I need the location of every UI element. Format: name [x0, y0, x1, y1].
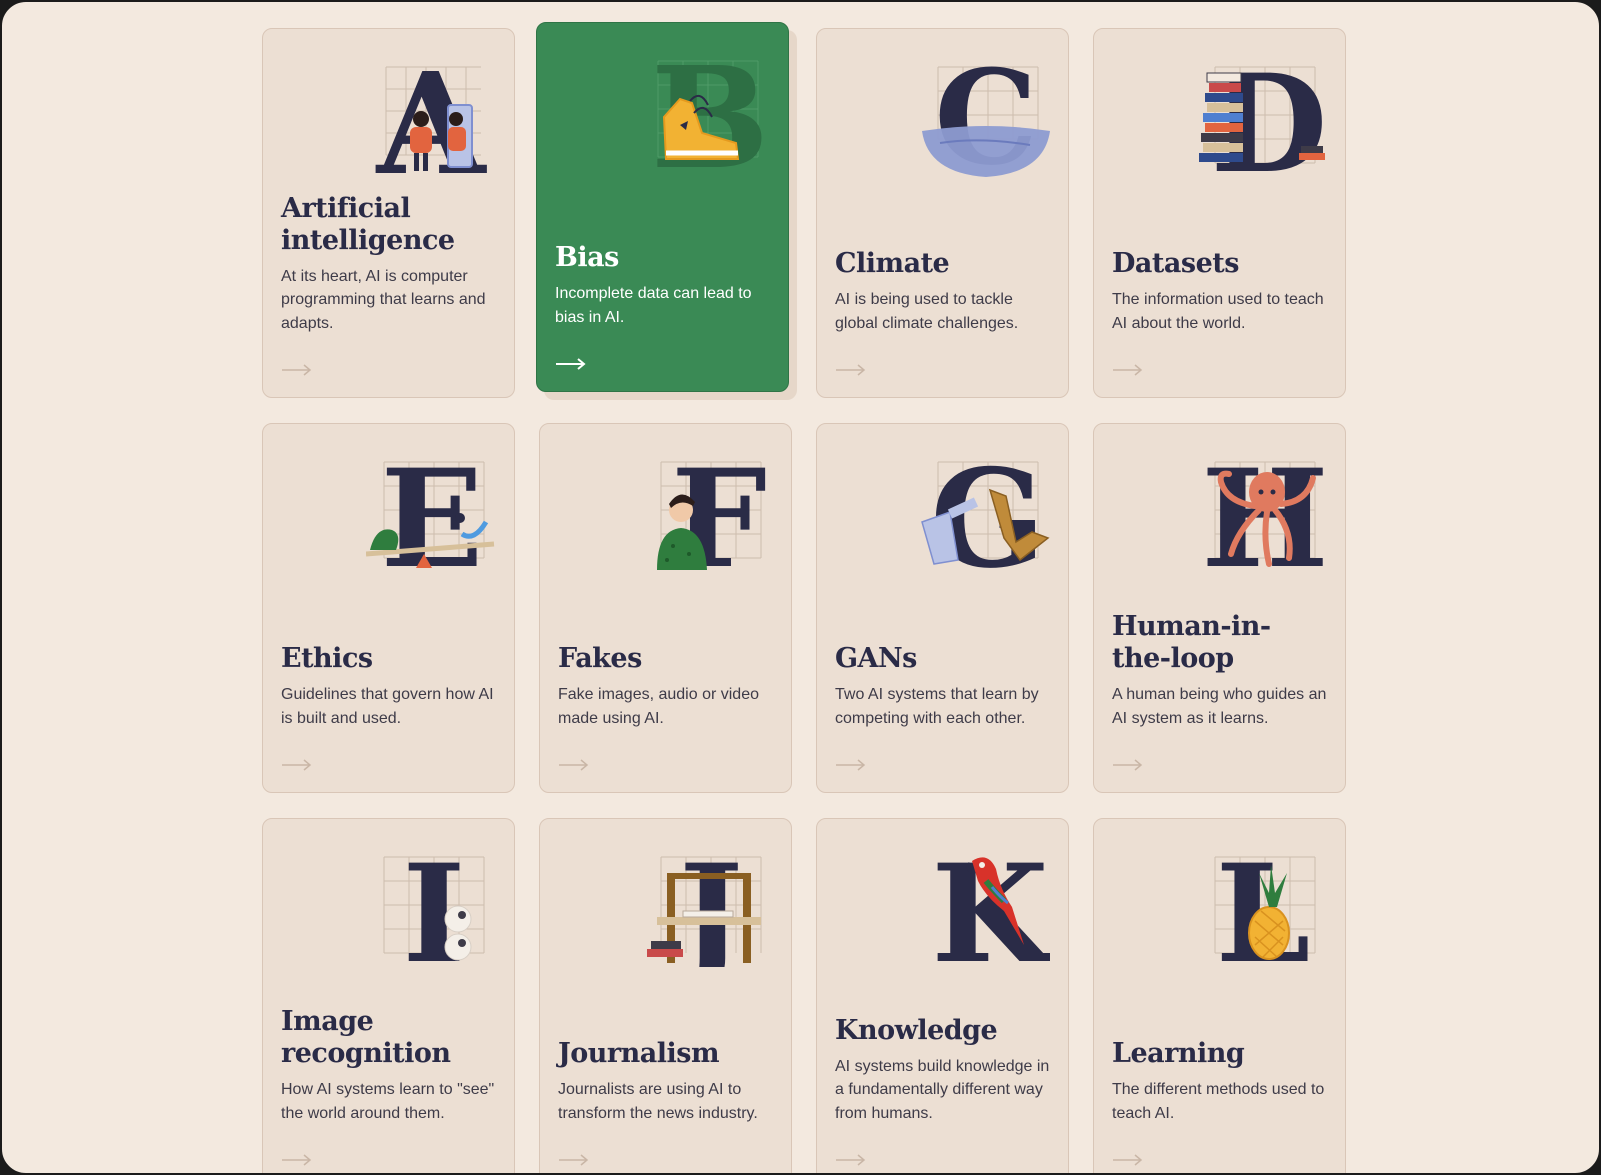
- card-climate[interactable]: C Climate AI is being used to tackle glo…: [816, 28, 1069, 398]
- glossary-grid: A Artificial intelligence At its heart, …: [262, 22, 1346, 1173]
- card-ethics[interactable]: E Ethics Guidelines that govern how AI i…: [262, 423, 515, 793]
- sneaker-icon: B: [640, 41, 770, 171]
- arrow-right-icon[interactable]: [555, 357, 587, 371]
- octopus-icon: H: [1197, 442, 1327, 572]
- card-description: Fake images, audio or video made using A…: [558, 686, 759, 727]
- card-bias[interactable]: B Bias Incomplete data can lead to bias …: [536, 22, 789, 392]
- card-description: AI systems build knowledge in a fundamen…: [835, 1057, 1050, 1122]
- arrow-right-icon[interactable]: [835, 363, 867, 377]
- arrow-right-icon[interactable]: [281, 363, 313, 377]
- arrow-right-icon[interactable]: [1112, 1153, 1144, 1167]
- book-stack-icon: D: [1197, 47, 1327, 177]
- card-fakes[interactable]: F Fakes Fake images, audio or video made…: [539, 423, 792, 793]
- card-learning[interactable]: L Learning The different methods used to…: [1093, 818, 1346, 1173]
- card-journalism[interactable]: J Journalism Journalists are using AI to…: [539, 818, 792, 1173]
- card-description: At its heart, AI is computer programming…: [281, 267, 486, 332]
- arrow-right-icon[interactable]: [558, 758, 590, 772]
- arrow-right-icon[interactable]: [835, 758, 867, 772]
- card-title: Ethics: [281, 643, 373, 674]
- arrow-right-icon[interactable]: [281, 1153, 313, 1167]
- seesaw-icon: E: [366, 442, 496, 572]
- card-description: How AI systems learn to "see" the world …: [281, 1081, 495, 1122]
- card-title: Knowledge: [835, 1014, 998, 1046]
- pineapple-icon: L: [1197, 837, 1327, 967]
- parrot-icon: K: [920, 837, 1050, 967]
- arrow-right-icon[interactable]: [1112, 758, 1144, 772]
- card-description: AI is being used to tackle global climat…: [835, 291, 1019, 332]
- card-description: Two AI systems that learn by competing w…: [835, 686, 1039, 727]
- card-title: Artificial intelligence: [281, 192, 455, 256]
- card-title: Learning: [1112, 1038, 1245, 1069]
- card-title: Image recognition: [281, 1006, 451, 1069]
- glossary-page: A Artificial intelligence At its heart, …: [0, 0, 1601, 1175]
- arrow-right-icon[interactable]: [281, 758, 313, 772]
- card-artificial-intelligence[interactable]: A Artificial intelligence At its heart, …: [262, 28, 515, 398]
- card-description: The different methods used to teach AI.: [1112, 1081, 1325, 1122]
- water-bowl-icon: C: [920, 47, 1050, 177]
- press-desk-icon: J: [643, 837, 773, 967]
- arrow-right-icon[interactable]: [1112, 363, 1144, 377]
- eyeballs-icon: I: [366, 837, 496, 967]
- arrow-right-icon[interactable]: [835, 1153, 867, 1167]
- card-datasets[interactable]: D Datasets The information used to teach…: [1093, 28, 1346, 398]
- letter-k: K: [931, 837, 1050, 967]
- card-title: Human-in-the-loop: [1112, 611, 1271, 674]
- card-description: A human being who guides an AI system as…: [1112, 686, 1327, 727]
- card-image-recognition[interactable]: I Image recognition How AI systems learn…: [262, 818, 515, 1173]
- card-title: GANs: [835, 643, 917, 674]
- card-knowledge[interactable]: K Knowledge AI systems build knowledge i…: [816, 818, 1069, 1173]
- card-title: Climate: [835, 248, 950, 279]
- robot-arms-icon: G: [920, 442, 1050, 572]
- people-mirror-icon: A: [366, 47, 496, 177]
- arrow-right-icon[interactable]: [558, 1153, 590, 1167]
- card-title: Bias: [555, 242, 619, 273]
- card-title: Journalism: [558, 1038, 720, 1069]
- card-title: Fakes: [558, 643, 642, 674]
- card-gans[interactable]: G GANs Two AI systems that learn by comp…: [816, 423, 1069, 793]
- card-title: Datasets: [1112, 248, 1239, 279]
- card-description: Journalists are using AI to transform th…: [558, 1081, 758, 1122]
- card-human-in-the-loop[interactable]: H Human-in-the-loop A human being who gu…: [1093, 423, 1346, 793]
- person-icon: F: [643, 442, 773, 572]
- card-description: Guidelines that govern how AI is built a…: [281, 686, 494, 727]
- card-description: The information used to teach AI about t…: [1112, 291, 1324, 332]
- card-description: Incomplete data can lead to bias in AI.: [555, 285, 752, 326]
